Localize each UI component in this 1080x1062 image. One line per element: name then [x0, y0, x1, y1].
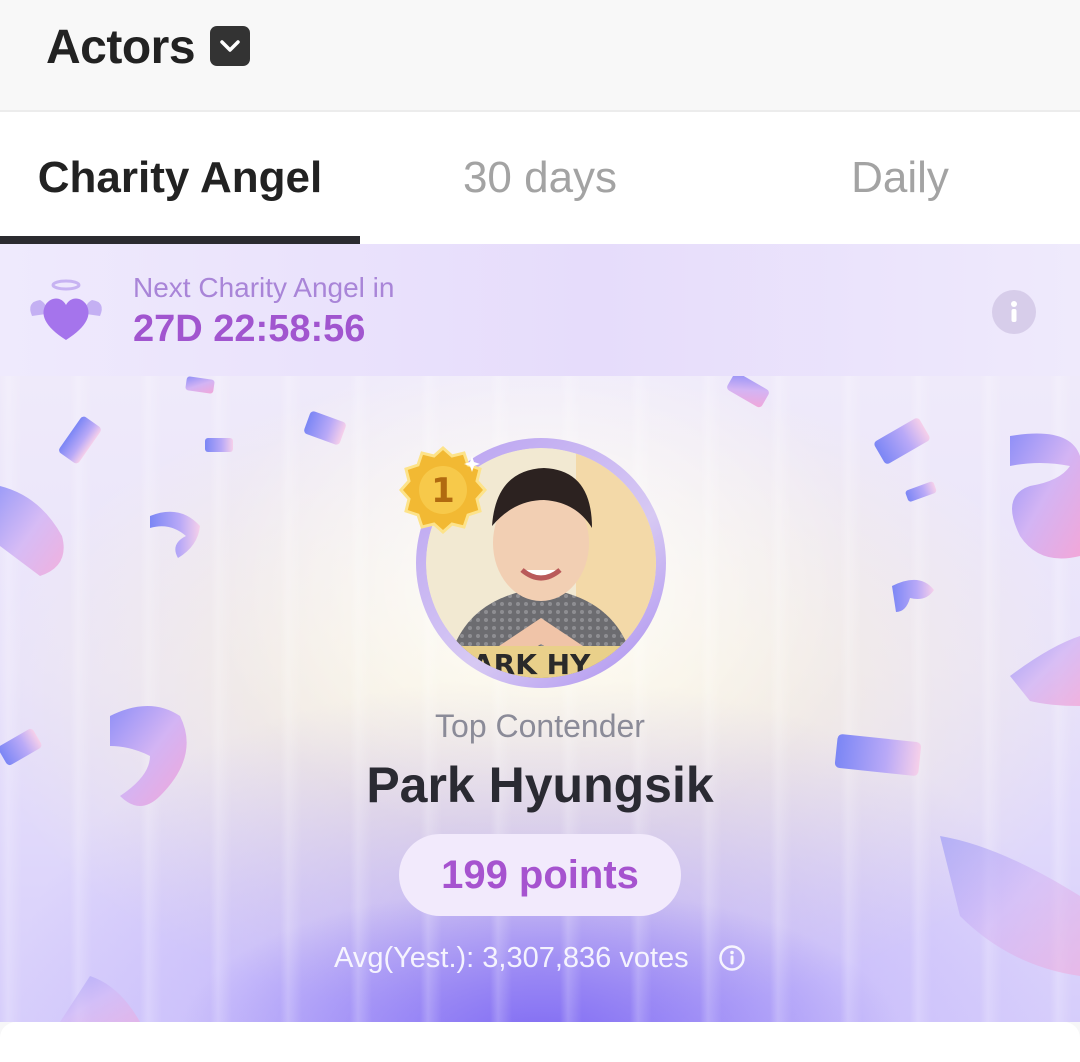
- info-icon[interactable]: [992, 290, 1036, 334]
- top-contender-hero: ARK HY 1 Top Contender Park Hyungsik 199…: [0, 376, 1080, 1022]
- rank-number: 1: [431, 471, 455, 511]
- average-votes-text: Avg(Yest.): 3,307,836 votes: [334, 942, 689, 974]
- chevron-down-icon[interactable]: [210, 26, 250, 66]
- points-badge: 199 points: [399, 834, 681, 916]
- ranking-tabs: Charity Angel 30 days Daily: [0, 112, 1080, 244]
- tab-30-days[interactable]: 30 days: [360, 112, 720, 244]
- ranking-list-card: [0, 1022, 1080, 1062]
- app-header: Actors: [0, 0, 1080, 112]
- tab-charity-angel[interactable]: Charity Angel: [0, 112, 360, 244]
- countdown-timer: 27D 22:58:56: [133, 308, 366, 350]
- countdown-label: Next Charity Angel in: [133, 272, 395, 303]
- angel-heart-icon: [30, 279, 102, 340]
- active-tab-indicator: [0, 236, 360, 244]
- info-icon[interactable]: [718, 944, 746, 972]
- category-title[interactable]: Actors: [46, 20, 196, 75]
- contender-name: Park Hyungsik: [366, 757, 714, 813]
- contender-label: Top Contender: [435, 708, 645, 744]
- rank-badge-icon: 1: [398, 445, 488, 534]
- tab-daily[interactable]: Daily: [720, 112, 1080, 244]
